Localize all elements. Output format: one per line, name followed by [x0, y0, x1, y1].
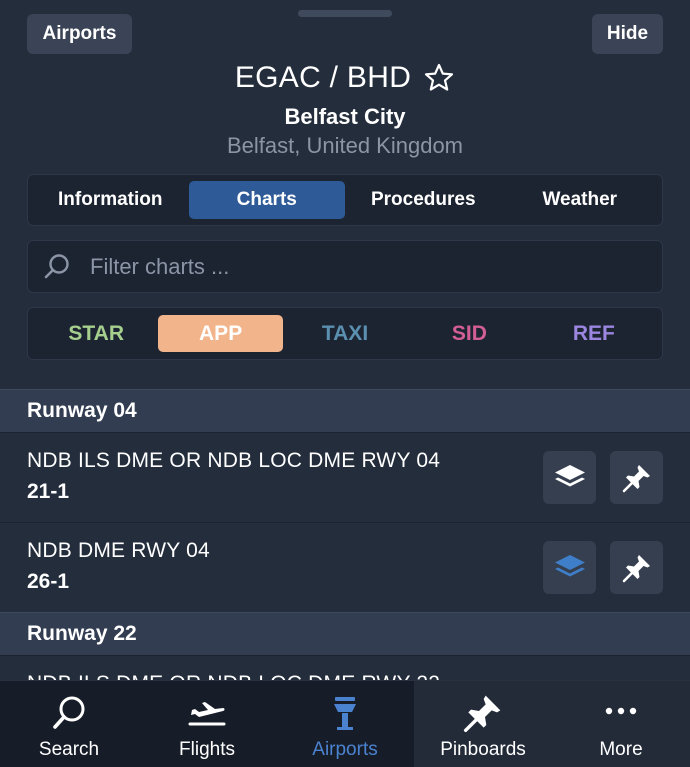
segmented-control: Information Charts Procedures Weather [27, 174, 663, 226]
more-icon [605, 707, 637, 715]
tab-flights[interactable]: Flights [138, 681, 276, 767]
flights-icon [188, 702, 226, 726]
search-icon [53, 696, 85, 729]
chart-code: 21-1 [27, 480, 70, 503]
layers-icon [554, 554, 585, 576]
overlay-layers-button[interactable] [543, 541, 596, 594]
tab-label: Search [38, 739, 100, 760]
filter-charts-input[interactable] [90, 253, 630, 280]
airport-location: Belfast, United Kingdom [226, 133, 464, 158]
tab-weather[interactable]: Weather [502, 181, 659, 219]
search-icon [44, 253, 69, 278]
airport-panel: Airports Hide EGAC / BHD Belfast City Be… [0, 0, 690, 767]
tab-information[interactable]: Information [32, 181, 189, 219]
tab-more[interactable]: More [552, 681, 690, 767]
pin-chart-button[interactable] [610, 451, 663, 504]
airport-code-title: EGAC / BHD [234, 61, 412, 94]
layers-icon [554, 464, 585, 486]
hide-button[interactable]: Hide [592, 14, 663, 54]
section-title: Runway 04 [27, 399, 137, 422]
chart-title: NDB DME RWY 04 [27, 539, 210, 562]
pin-icon [622, 554, 650, 582]
title-row: EGAC / BHD [0, 58, 690, 98]
chart-type-filter: STAR APP TAXI SID REF [27, 307, 663, 360]
tab-airports[interactable]: Airports [276, 681, 414, 767]
tab-label: More [599, 739, 643, 760]
airport-name: Belfast City [284, 104, 406, 129]
tab-procedures[interactable]: Procedures [345, 181, 502, 219]
tab-search[interactable]: Search [0, 681, 138, 767]
type-app[interactable]: APP [158, 315, 283, 352]
type-star[interactable]: STAR [34, 315, 158, 352]
tab-label: Pinboards [440, 739, 526, 760]
pin-icon [463, 695, 501, 733]
overlay-layers-button[interactable] [543, 451, 596, 504]
pin-icon [622, 464, 650, 492]
tab-label: Airports [312, 739, 378, 760]
section-header-runway-22: Runway 22 [0, 612, 690, 656]
filter-search-box[interactable] [27, 240, 663, 293]
type-ref[interactable]: REF [532, 315, 656, 352]
airport-tower-icon [334, 697, 356, 730]
favorite-star-icon[interactable] [423, 62, 455, 94]
tab-charts[interactable]: Charts [188, 181, 345, 219]
section-title: Runway 22 [27, 622, 137, 645]
airports-button[interactable]: Airports [27, 14, 132, 54]
tab-pinboards[interactable]: Pinboards [414, 681, 552, 767]
type-sid[interactable]: SID [407, 315, 531, 352]
chart-row[interactable]: NDB ILS DME OR NDB LOC DME RWY 04 21-1 [0, 433, 690, 523]
chart-code: 26-1 [27, 570, 70, 593]
chart-title: NDB ILS DME OR NDB LOC DME RWY 04 [27, 449, 441, 472]
section-header-runway-04: Runway 04 [0, 389, 690, 433]
pin-chart-button[interactable] [610, 541, 663, 594]
tab-label: Flights [179, 739, 235, 760]
chart-row[interactable]: NDB DME RWY 04 26-1 [0, 523, 690, 613]
type-taxi[interactable]: TAXI [283, 315, 407, 352]
bottom-tab-bar: Search Flights Airports Pinboards More [0, 680, 690, 767]
drag-handle[interactable] [298, 10, 392, 17]
